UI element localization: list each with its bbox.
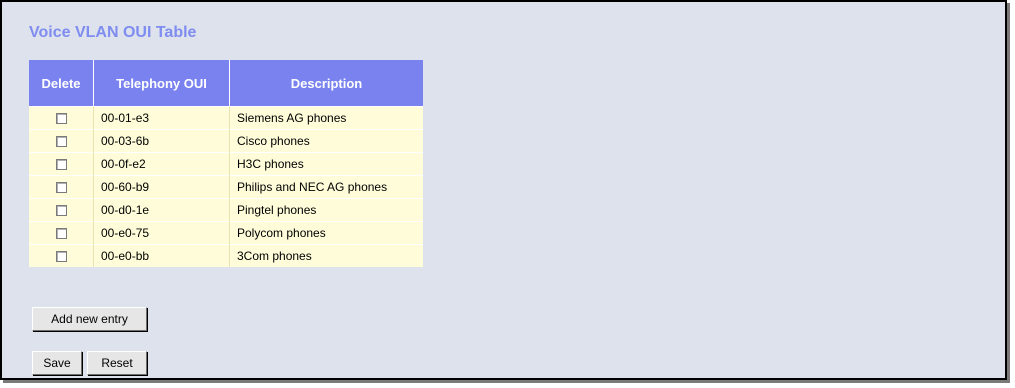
oui-cell: 00-e0-75 <box>93 221 230 245</box>
column-header-description: Description <box>229 60 423 107</box>
column-header-delete: Delete <box>29 60 94 107</box>
delete-checkbox[interactable] <box>55 113 67 125</box>
delete-cell <box>29 221 94 245</box>
delete-checkbox[interactable] <box>55 182 67 194</box>
delete-cell <box>29 106 94 130</box>
oui-cell: 00-0f-e2 <box>93 152 230 176</box>
column-header-telephony-oui: Telephony OUI <box>93 60 230 107</box>
delete-cell <box>29 244 94 267</box>
oui-cell: 00-03-6b <box>93 129 230 153</box>
delete-checkbox[interactable] <box>55 228 67 240</box>
delete-cell <box>29 129 94 153</box>
table-row: 00-01-e3 Siemens AG phones <box>29 106 423 130</box>
oui-cell: 00-d0-1e <box>93 198 230 222</box>
oui-table: Delete Telephony OUI Description 00-01-e… <box>29 60 423 267</box>
description-cell: Philips and NEC AG phones <box>229 175 423 199</box>
table-row: 00-03-6b Cisco phones <box>29 129 423 153</box>
page-title: Voice VLAN OUI Table <box>29 24 197 41</box>
delete-cell <box>29 152 94 176</box>
delete-cell <box>29 175 94 199</box>
description-cell: 3Com phones <box>229 244 423 267</box>
reset-button[interactable]: Reset <box>87 351 147 375</box>
delete-checkbox[interactable] <box>55 205 67 217</box>
description-cell: Cisco phones <box>229 129 423 153</box>
table-header-row: Delete Telephony OUI Description <box>29 60 423 107</box>
oui-cell: 00-60-b9 <box>93 175 230 199</box>
delete-checkbox[interactable] <box>55 136 67 148</box>
content-panel: Voice VLAN OUI Table Delete Telephony OU… <box>0 0 1007 380</box>
oui-cell: 00-e0-bb <box>93 244 230 267</box>
description-cell: H3C phones <box>229 152 423 176</box>
table-row: 00-d0-1e Pingtel phones <box>29 198 423 222</box>
oui-cell: 00-01-e3 <box>93 106 230 130</box>
table-row: 00-60-b9 Philips and NEC AG phones <box>29 175 423 199</box>
table-row: 00-e0-75 Polycom phones <box>29 221 423 245</box>
table-row: 00-0f-e2 H3C phones <box>29 152 423 176</box>
description-cell: Pingtel phones <box>229 198 423 222</box>
delete-checkbox[interactable] <box>55 159 67 171</box>
delete-checkbox[interactable] <box>55 251 67 263</box>
table-row: 00-e0-bb 3Com phones <box>29 244 423 267</box>
description-cell: Polycom phones <box>229 221 423 245</box>
description-cell: Siemens AG phones <box>229 106 423 130</box>
delete-cell <box>29 198 94 222</box>
save-button[interactable]: Save <box>32 351 82 375</box>
add-new-entry-button[interactable]: Add new entry <box>32 307 147 331</box>
